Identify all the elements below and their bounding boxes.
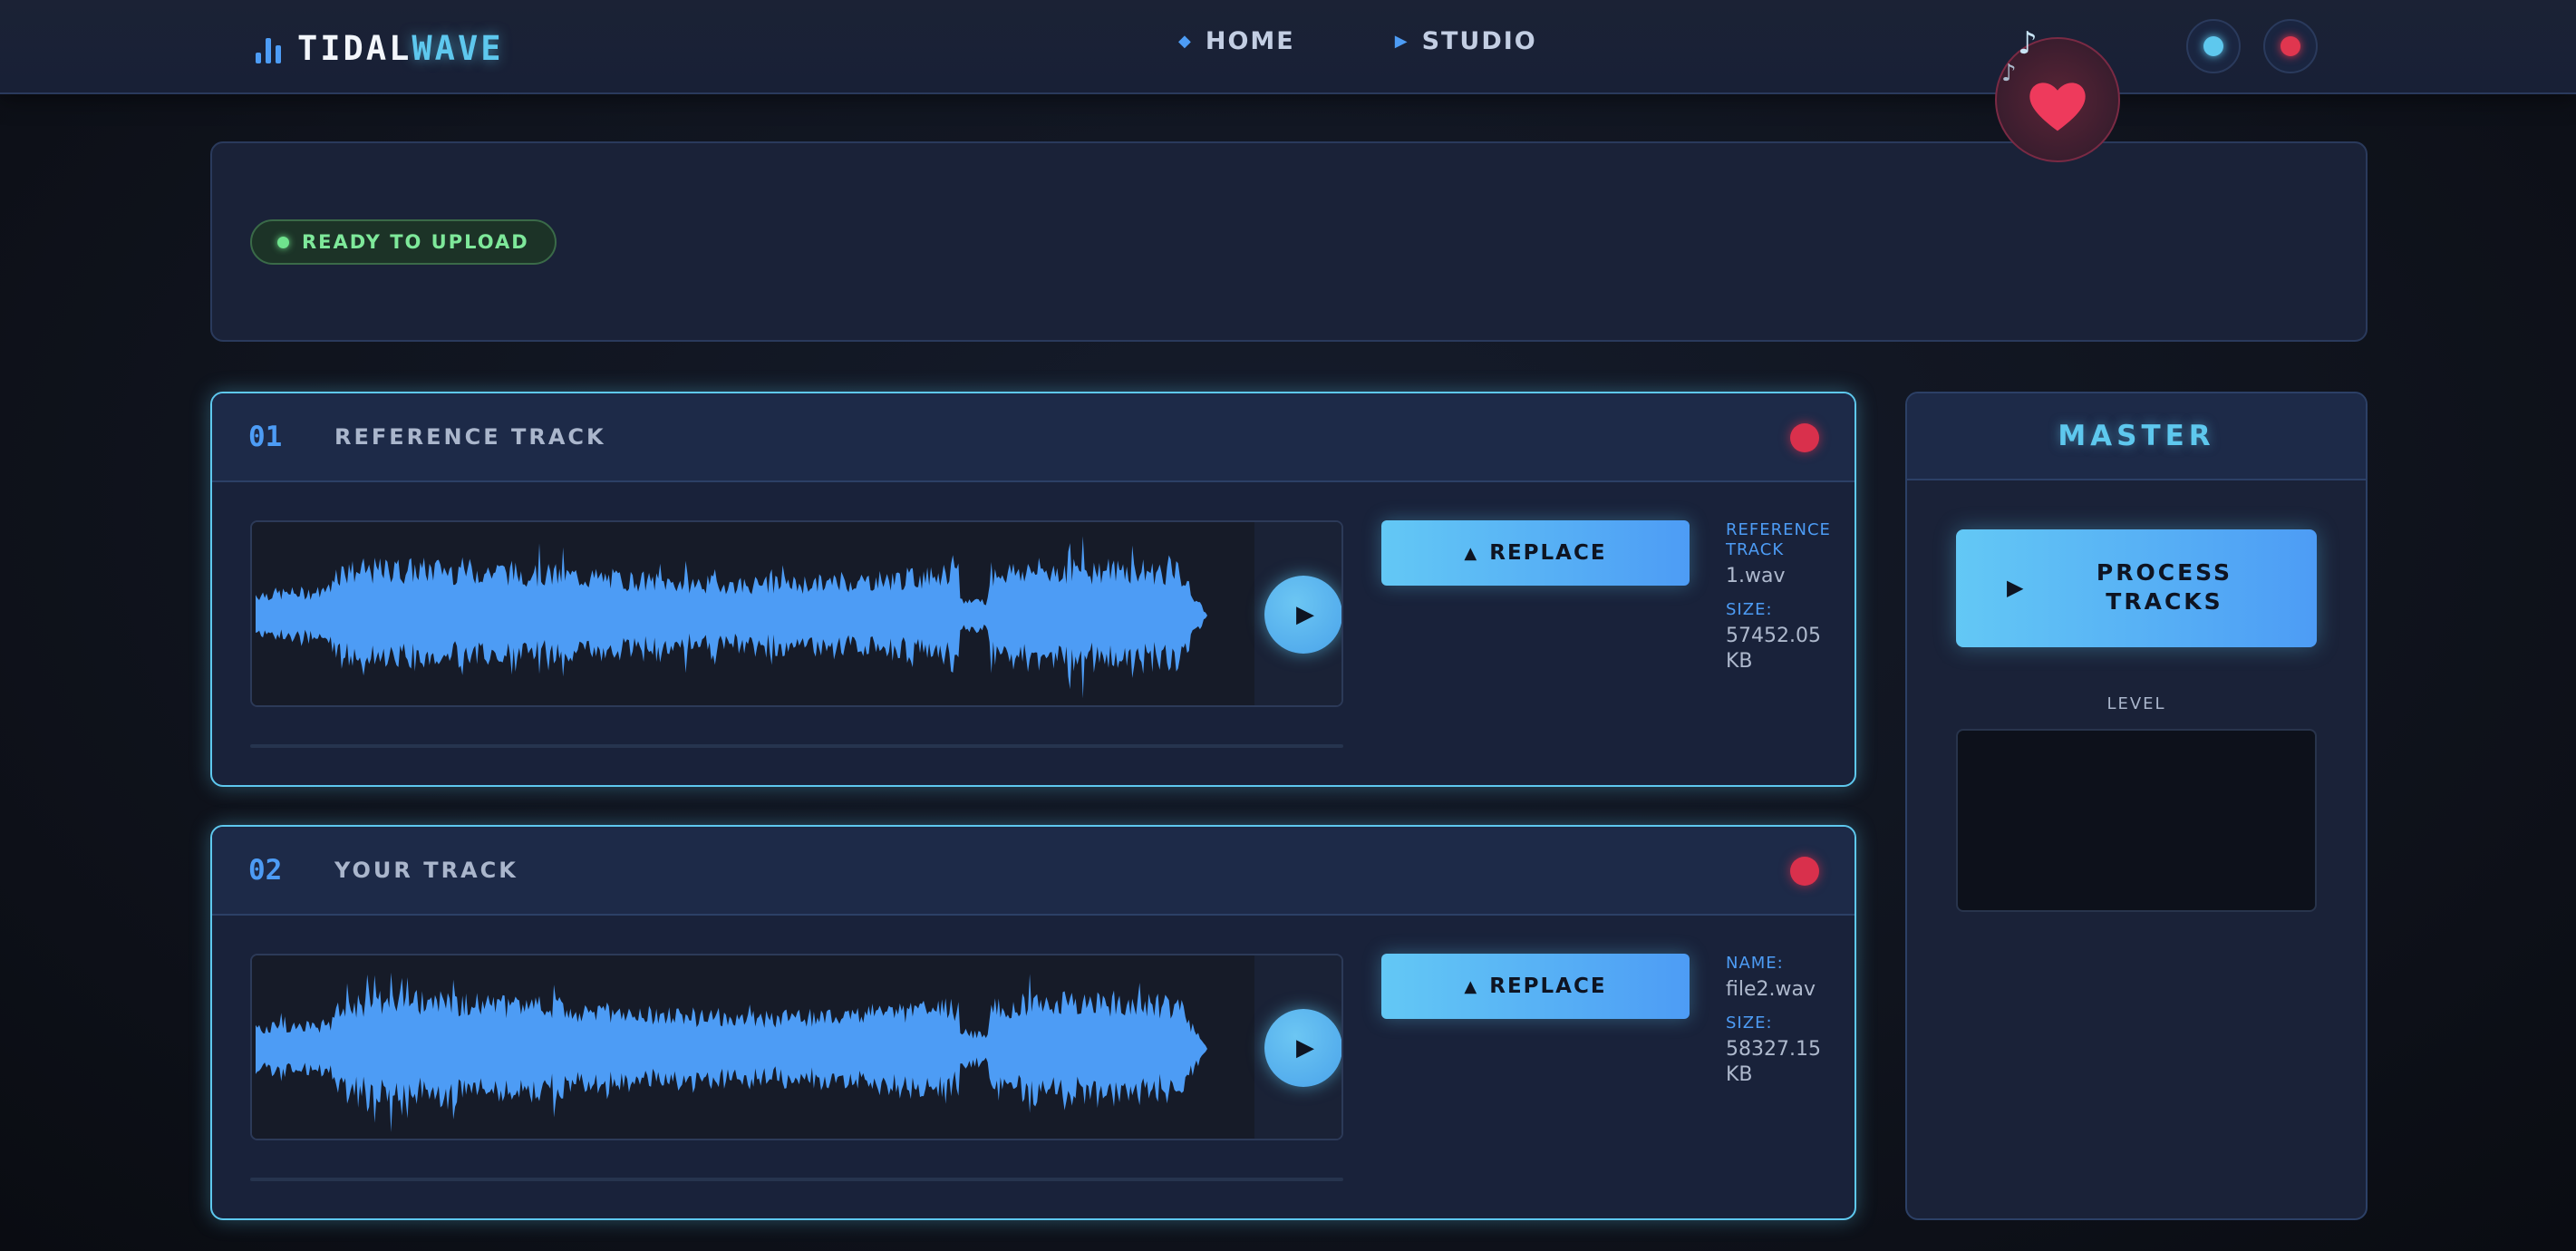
status-badge: READY TO UPLOAD — [250, 219, 557, 265]
master-title: MASTER — [2058, 420, 2215, 452]
nav-links: ◆ HOME ▶ STUDIO — [1178, 27, 1537, 55]
status-indicator-button[interactable] — [2186, 19, 2241, 73]
status-led-icon — [277, 236, 289, 248]
meta-key-size: SIZE: — [1726, 600, 1773, 619]
track-number: 01 — [248, 421, 283, 453]
logo-text: TIDALWAVE — [297, 29, 504, 68]
track-card-header: 01 REFERENCE TRACK — [212, 393, 1855, 482]
waveform — [256, 536, 1207, 699]
process-tracks-label: PROCESS TRACKS — [2096, 559, 2233, 615]
nav-link-studio-label: STUDIO — [1421, 27, 1537, 55]
process-tracks-button[interactable]: ▶ PROCESS TRACKS — [1956, 529, 2317, 647]
logo[interactable]: TIDALWAVE — [256, 27, 504, 69]
meta-key-name: NAME: — [1726, 954, 1784, 973]
record-dot-icon — [2281, 36, 2300, 56]
nav-link-studio[interactable]: ▶ STUDIO — [1395, 27, 1537, 55]
upload-arrow-icon: ▲ — [1464, 543, 1477, 563]
triangle-right-icon: ▶ — [1394, 32, 1409, 51]
meta-value-size: 57452.05 KB — [1726, 625, 1821, 673]
track-record-indicator — [1790, 857, 1819, 886]
playback-progress-bar[interactable] — [250, 744, 1343, 748]
meta-value-size: 58327.15 KB — [1726, 1038, 1821, 1086]
meta-key-name: REFERENCE TRACK — [1726, 520, 1831, 559]
replace-button-label: REPLACE — [1489, 541, 1607, 565]
heart-icon — [2029, 82, 2086, 131]
meta-key-size: SIZE: — [1726, 1013, 1773, 1033]
replace-button[interactable]: ▲ REPLACE — [1381, 520, 1690, 586]
nav-link-home-label: HOME — [1205, 27, 1295, 55]
playback-progress-bar[interactable] — [250, 1178, 1343, 1181]
replace-button[interactable]: ▲ REPLACE — [1381, 954, 1690, 1019]
status-badge-label: READY TO UPLOAD — [302, 231, 529, 253]
waveform-shape — [256, 536, 1207, 699]
track-number: 02 — [248, 854, 283, 887]
nav-link-home[interactable]: ◆ HOME — [1178, 27, 1295, 55]
track-card-header: 02 YOUR TRACK — [212, 827, 1855, 916]
waveform-shape — [256, 972, 1207, 1132]
upload-status-panel: READY TO UPLOAD — [210, 141, 2368, 342]
track-card-yours: 02 YOUR TRACK ▶ ▲ REPLACE NAME: file2.wa… — [210, 825, 1856, 1220]
diamond-icon: ◆ — [1178, 32, 1193, 51]
record-button[interactable] — [2263, 19, 2318, 73]
play-icon: ▶ — [2007, 575, 2024, 600]
waveform-display[interactable]: ▶ — [250, 520, 1343, 707]
track-title: REFERENCE TRACK — [334, 424, 606, 450]
track-record-indicator — [1790, 423, 1819, 452]
waveform-display[interactable]: ▶ — [250, 954, 1343, 1140]
logo-text-primary: TIDAL — [297, 28, 412, 68]
meta-value-name: file2.wav — [1726, 978, 1816, 1001]
level-label: LEVEL — [2106, 694, 2166, 713]
level-meter — [1956, 729, 2317, 912]
master-header: MASTER — [1907, 393, 2366, 480]
track-meta: NAME: file2.wav SIZE: 58327.15 KB — [1726, 954, 1844, 1099]
music-note-icon: ♪ — [2018, 25, 2038, 62]
play-icon: ▶ — [1296, 1034, 1314, 1062]
top-nav: TIDALWAVE ◆ HOME ▶ STUDIO — [0, 0, 2576, 94]
play-button[interactable]: ▶ — [1264, 1009, 1341, 1087]
meta-value-name: 1.wav — [1726, 565, 1786, 587]
track-title: YOUR TRACK — [334, 858, 518, 883]
upload-arrow-icon: ▲ — [1464, 976, 1477, 996]
play-button[interactable]: ▶ — [1264, 576, 1341, 654]
equalizer-icon — [256, 33, 281, 63]
replace-button-label: REPLACE — [1489, 975, 1607, 998]
waveform — [256, 972, 1207, 1132]
track-card-reference: 01 REFERENCE TRACK ▶ ▲ REPLACE REFERENCE… — [210, 392, 1856, 787]
logo-text-accent: WAVE — [412, 28, 504, 68]
play-icon: ▶ — [1296, 601, 1314, 628]
blue-dot-icon — [2203, 36, 2223, 56]
music-note-small-icon: ♪ — [2001, 60, 2017, 87]
track-meta: REFERENCE TRACK 1.wav SIZE: 57452.05 KB — [1726, 520, 1844, 685]
master-panel: MASTER ▶ PROCESS TRACKS LEVEL — [1905, 392, 2368, 1220]
